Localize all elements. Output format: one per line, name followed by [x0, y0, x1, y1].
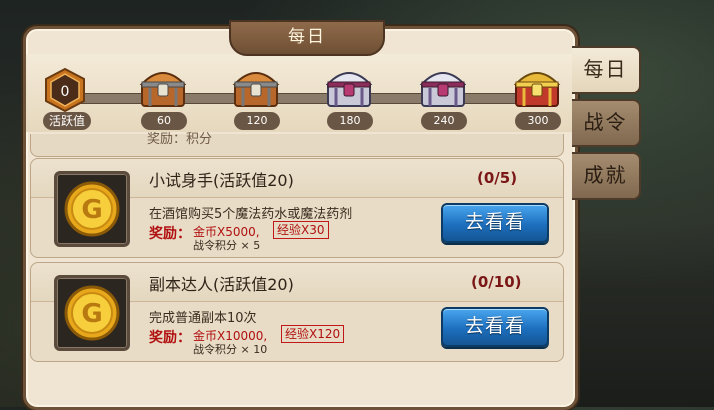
chest-milestone-300: 300: [515, 112, 561, 130]
activity-value: 0: [61, 84, 70, 100]
activity-progress-track: [64, 93, 546, 104]
quest-title: 副本达人(活跃值20): [149, 275, 294, 294]
list-item-quest: G 小试身手(活跃值20) (0/5) 在酒馆购买5个魔法药水或魔法药剂 奖励：…: [30, 158, 564, 258]
chest-milestone-180: 180: [327, 112, 373, 130]
reward-exp: 经验X120: [281, 325, 345, 343]
reward-label: 奖励：: [149, 330, 191, 346]
quest-icon-frame: G: [54, 275, 130, 351]
silver-chest-icon[interactable]: [324, 64, 374, 108]
list-item-partial: 奖励：积分: [30, 132, 564, 157]
quest-progress-count: (0/10): [471, 273, 522, 291]
go-check-button[interactable]: 去看看: [441, 307, 549, 347]
gold-coin-icon: G: [64, 181, 120, 237]
task-list[interactable]: 奖励：积分 G 小试身手(活跃值20) (0/5) 在酒馆购买5个魔法药水或魔法…: [30, 132, 564, 384]
chest-milestone-120: 120: [234, 112, 280, 130]
reward-pass-score: 战令积分 × 10: [193, 343, 268, 356]
silver-chest-icon[interactable]: [418, 64, 468, 108]
quest-progress-count: (0/5): [477, 169, 518, 187]
quest-description: 完成普通副本10次: [149, 311, 257, 326]
wooden-chest-icon[interactable]: [138, 64, 188, 108]
wooden-chest-icon[interactable]: [231, 64, 281, 108]
gold-chest-icon[interactable]: [512, 64, 562, 108]
list-item-quest: G 副本达人(活跃值20) (0/10) 完成普通副本10次 奖励： 金币X10…: [30, 262, 564, 362]
tab-daily[interactable]: 每日: [572, 46, 641, 94]
quest-icon-frame: G: [54, 171, 130, 247]
chest-milestone-60: 60: [141, 112, 187, 130]
go-check-button[interactable]: 去看看: [441, 203, 549, 243]
reward-exp: 经验X30: [273, 221, 329, 239]
tab-achievements[interactable]: 成就: [572, 152, 641, 200]
quest-description: 在酒馆购买5个魔法药水或魔法药剂: [149, 207, 353, 222]
reward-label: 奖励：: [149, 226, 191, 242]
activity-hexagon-icon: 0: [45, 67, 85, 113]
gold-coin-icon: G: [64, 285, 120, 341]
chest-milestone-240: 240: [421, 112, 467, 130]
activity-label: 活跃值: [43, 112, 91, 130]
tab-battle-pass[interactable]: 战令: [572, 99, 641, 147]
svg-text:G: G: [81, 195, 102, 225]
panel-title: 每日: [229, 20, 385, 56]
svg-text:G: G: [81, 299, 102, 329]
quest-title: 小试身手(活跃值20): [149, 171, 294, 190]
reward-pass-score: 战令积分 × 5: [193, 239, 261, 252]
